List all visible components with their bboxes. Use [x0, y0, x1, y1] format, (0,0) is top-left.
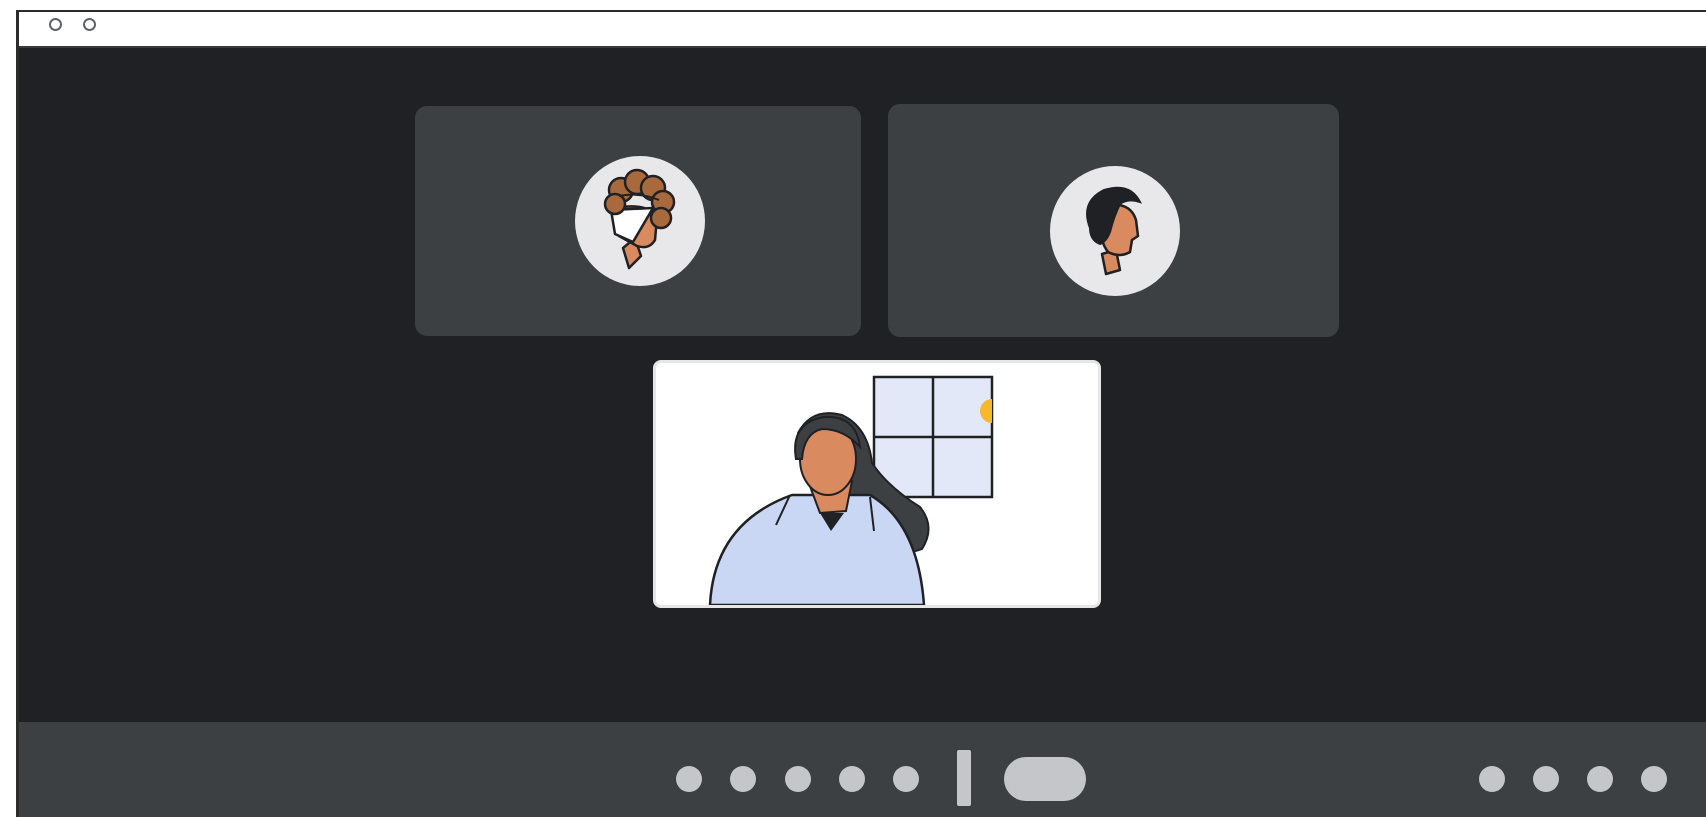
video-stage — [19, 48, 1706, 722]
self-view-tile[interactable] — [653, 360, 1101, 608]
control-button-icon[interactable] — [785, 766, 811, 792]
window-minimize-icon[interactable] — [83, 18, 96, 31]
person-curly-hair-icon — [603, 168, 676, 270]
window-close-icon[interactable] — [49, 18, 62, 31]
control-button-icon[interactable] — [730, 766, 756, 792]
person-short-hair-icon — [1086, 186, 1142, 276]
control-button-icon[interactable] — [1587, 766, 1613, 792]
participant-avatar-icon — [1050, 166, 1180, 296]
title-bar — [19, 12, 1706, 48]
meeting-controls-bar — [19, 722, 1706, 817]
control-button-icon[interactable] — [893, 766, 919, 792]
control-button-icon[interactable] — [839, 766, 865, 792]
self-video-preview — [708, 375, 994, 605]
meeting-window — [16, 10, 1706, 817]
control-button-icon[interactable] — [1641, 766, 1667, 792]
control-button-icon[interactable] — [1479, 766, 1505, 792]
participant-tile[interactable] — [415, 106, 861, 336]
control-button-icon[interactable] — [676, 766, 702, 792]
control-button-icon[interactable] — [1533, 766, 1559, 792]
participant-avatar-icon — [575, 156, 705, 286]
controls-divider — [957, 750, 971, 806]
end-call-button[interactable] — [1004, 757, 1086, 801]
participant-tile[interactable] — [888, 104, 1339, 337]
